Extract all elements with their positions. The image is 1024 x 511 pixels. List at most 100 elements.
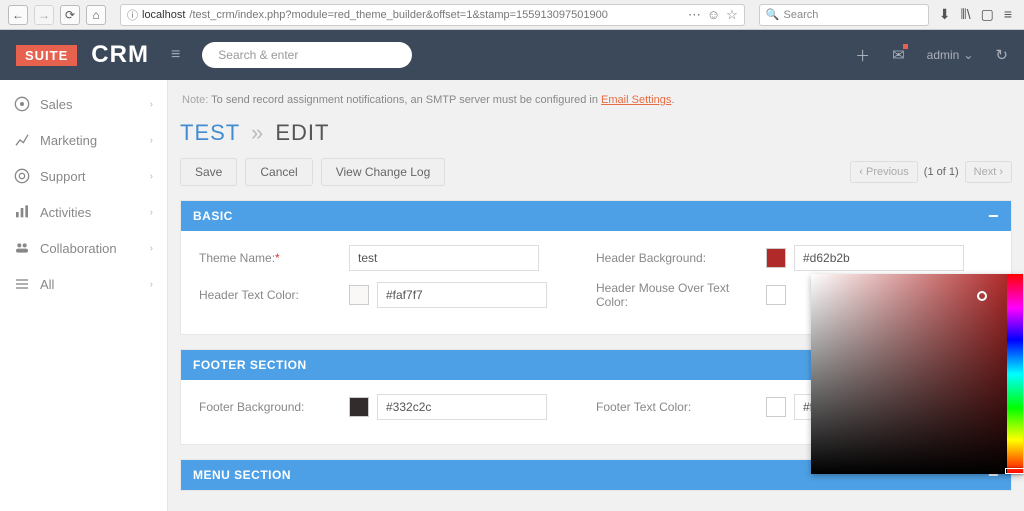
header-text-label: Header Text Color: <box>199 288 329 302</box>
sidebar-item-sales[interactable]: Sales › <box>0 86 167 122</box>
color-picker-saturation[interactable] <box>811 274 1007 474</box>
sidebar: Sales › Marketing › Support › Activities… <box>0 80 168 511</box>
circle-dot-icon <box>14 96 30 112</box>
browser-search-input[interactable]: 🔍 Search <box>759 4 929 26</box>
life-ring-icon <box>14 168 30 184</box>
browser-chrome: ← → ⟳ ⌂ ⓘ localhost/test_crm/index.php?m… <box>0 0 1024 30</box>
bar-icon <box>14 204 30 220</box>
content-area: Note: To send record assignment notifica… <box>168 80 1024 511</box>
chart-icon <box>14 132 30 148</box>
footer-bg-swatch[interactable] <box>349 397 369 417</box>
sidebar-item-label: Marketing <box>40 133 97 148</box>
app-header: SUITE CRM ≡ Search & enter ＋ ✉ admin ⌄ ↻ <box>0 30 1024 80</box>
color-picker-hue[interactable] <box>1007 274 1023 474</box>
notice-prefix: Note: <box>182 94 211 106</box>
chevron-right-icon: › <box>150 207 153 218</box>
prev-button[interactable]: ‹ Previous <box>850 161 918 183</box>
panel-title: MENU SECTION <box>193 468 291 482</box>
more-icon[interactable]: ⋯ <box>688 7 701 23</box>
add-icon[interactable]: ＋ <box>855 45 870 66</box>
menu-icon[interactable]: ≡ <box>1004 6 1012 23</box>
logo-suite: SUITE <box>16 45 77 66</box>
history-icon[interactable]: ↻ <box>995 46 1008 64</box>
notice-text: To send record assignment notifications,… <box>211 94 601 106</box>
header-bg-label: Header Background: <box>596 251 746 265</box>
list-icon <box>14 276 30 292</box>
header-mouse-swatch[interactable] <box>766 285 786 305</box>
page-title-mode: EDIT <box>275 120 329 145</box>
app-search-placeholder: Search & enter <box>218 48 298 62</box>
hamburger-icon[interactable]: ≡ <box>171 46 180 64</box>
pager: ‹ Previous (1 of 1) Next › <box>850 161 1012 183</box>
changelog-button[interactable]: View Change Log <box>321 158 446 186</box>
sidebar-item-label: Support <box>40 169 86 184</box>
color-picker[interactable] <box>811 274 1023 474</box>
sidebar-item-label: All <box>40 277 54 292</box>
sidebar-item-collaboration[interactable]: Collaboration › <box>0 230 167 266</box>
url-input[interactable]: ⓘ localhost/test_crm/index.php?module=re… <box>120 4 745 26</box>
url-path: /test_crm/index.php?module=red_theme_bui… <box>189 9 607 21</box>
sidebar-item-all[interactable]: All › <box>0 266 167 302</box>
user-name: admin <box>927 48 960 62</box>
header-mouse-label: Header Mouse Over Text Color: <box>596 281 746 310</box>
sidebar-item-label: Sales <box>40 97 73 112</box>
chevron-right-icon: › <box>150 99 153 110</box>
header-text-swatch[interactable] <box>349 285 369 305</box>
forward-button[interactable]: → <box>34 5 54 25</box>
save-button[interactable]: Save <box>180 158 237 186</box>
sidebar-item-label: Activities <box>40 205 91 220</box>
theme-name-input[interactable] <box>349 245 539 271</box>
home-button[interactable]: ⌂ <box>86 5 106 25</box>
footer-text-label: Footer Text Color: <box>596 400 746 414</box>
chevron-right-icon: › <box>150 243 153 254</box>
search-icon: 🔍 <box>766 8 780 21</box>
sidebar-item-activities[interactable]: Activities › <box>0 194 167 230</box>
panel-title: FOOTER SECTION <box>193 358 307 372</box>
back-button[interactable]: ← <box>8 5 28 25</box>
reader-icon[interactable]: ☺ <box>707 7 720 23</box>
bookmark-icon[interactable]: ☆ <box>726 7 738 23</box>
sidebar-item-support[interactable]: Support › <box>0 158 167 194</box>
next-button[interactable]: Next › <box>965 161 1012 183</box>
url-bar: ⓘ localhost/test_crm/index.php?module=re… <box>120 4 745 26</box>
page-title-name: TEST <box>180 120 240 145</box>
footer-text-swatch[interactable] <box>766 397 786 417</box>
collapse-icon[interactable]: − <box>988 210 999 222</box>
chevron-right-icon: › <box>150 171 153 182</box>
sidebar-icon[interactable]: ▢ <box>981 6 994 23</box>
chevron-right-icon: › <box>150 135 153 146</box>
app-search-input[interactable]: Search & enter <box>202 42 412 68</box>
page-title: TEST » EDIT <box>180 120 1012 158</box>
header-text-input[interactable] <box>377 282 547 308</box>
panel-title: BASIC <box>193 209 233 223</box>
info-icon: ⓘ <box>127 7 138 23</box>
header-bg-swatch[interactable] <box>766 248 786 268</box>
download-icon[interactable]: ⬇ <box>939 6 951 23</box>
url-host: localhost <box>142 9 185 21</box>
sidebar-item-label: Collaboration <box>40 241 117 256</box>
notice-bar: Note: To send record assignment notifica… <box>180 90 1012 120</box>
refresh-button[interactable]: ⟳ <box>60 5 80 25</box>
logo-crm: CRM <box>91 41 149 69</box>
notifications-icon[interactable]: ✉ <box>892 46 905 64</box>
color-picker-cursor[interactable] <box>977 291 987 301</box>
library-icon[interactable]: ⦀\ <box>961 6 971 23</box>
main-area: Sales › Marketing › Support › Activities… <box>0 80 1024 511</box>
search-placeholder: Search <box>784 9 819 21</box>
color-picker-hue-handle[interactable] <box>1005 468 1024 474</box>
footer-bg-input[interactable] <box>377 394 547 420</box>
theme-name-label: Theme Name:* <box>199 251 329 265</box>
header-bg-input[interactable] <box>794 245 964 271</box>
cancel-button[interactable]: Cancel <box>245 158 312 186</box>
page-title-separator: » <box>251 120 264 145</box>
footer-bg-label: Footer Background: <box>199 400 329 414</box>
browser-tools: ⬇ ⦀\ ▢ ≡ <box>935 6 1016 23</box>
action-row: Save Cancel View Change Log ‹ Previous (… <box>180 158 1012 186</box>
sidebar-item-marketing[interactable]: Marketing › <box>0 122 167 158</box>
user-menu[interactable]: admin ⌄ <box>927 48 974 62</box>
notice-link[interactable]: Email Settings <box>601 94 671 106</box>
chevron-down-icon: ⌄ <box>963 48 973 62</box>
panel-header-basic: BASIC − <box>181 201 1011 231</box>
page-count: (1 of 1) <box>924 166 959 178</box>
chevron-right-icon: › <box>150 279 153 290</box>
